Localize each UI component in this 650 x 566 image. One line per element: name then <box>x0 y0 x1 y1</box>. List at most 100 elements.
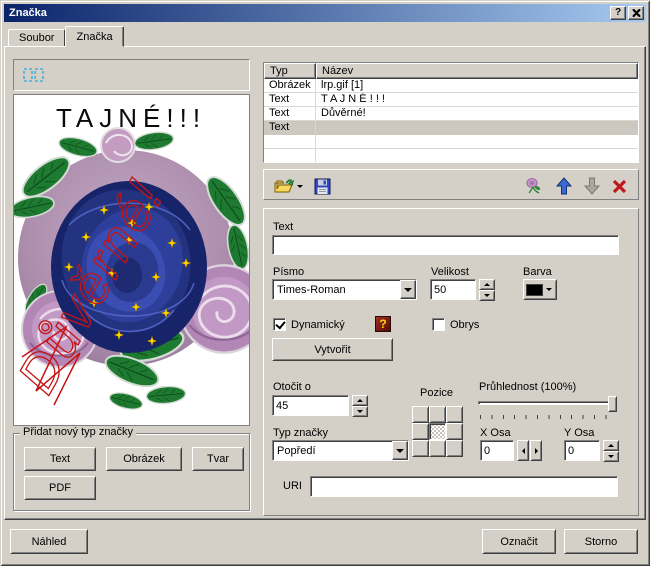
triangle-down-icon <box>608 455 614 461</box>
color-swatch <box>526 283 543 296</box>
position-cell-w[interactable] <box>412 423 429 440</box>
color-picker-button[interactable] <box>523 279 557 300</box>
preview-title-text: TAJNÉ!!! <box>56 103 206 133</box>
position-cell-s[interactable] <box>429 440 446 457</box>
rotate-input[interactable] <box>272 395 349 416</box>
text-input[interactable] <box>272 235 619 255</box>
triangle-left-icon <box>519 447 525 454</box>
size-label: Velikost <box>431 266 469 278</box>
add-image-button[interactable]: Obrázek <box>106 447 182 471</box>
triangle-right-icon <box>534 447 541 454</box>
chevron-down-icon <box>546 288 552 294</box>
chevron-down-icon <box>404 287 412 296</box>
font-select-arrow[interactable] <box>400 280 416 299</box>
table-row[interactable]: Obrázek lrp.gif [1] <box>264 79 638 93</box>
rotate-spinner <box>352 395 368 417</box>
x-axis-input[interactable] <box>480 440 514 461</box>
rotate-up-button[interactable] <box>352 395 368 406</box>
outline-checkbox[interactable] <box>432 318 445 331</box>
move-down-button[interactable] <box>582 176 602 196</box>
dynamic-help-button[interactable]: ? <box>375 316 391 332</box>
mark-type-select-arrow[interactable] <box>392 441 408 460</box>
table-row-empty[interactable] <box>264 135 638 149</box>
outline-label: Obrys <box>450 319 480 331</box>
position-cell-n[interactable] <box>429 406 446 423</box>
y-axis-up-button[interactable] <box>603 440 619 451</box>
triangle-down-icon <box>484 294 490 300</box>
rotate-label: Otočit o <box>273 381 311 393</box>
add-pdf-button[interactable]: PDF <box>24 476 96 500</box>
y-axis-label: Y Osa <box>564 427 595 439</box>
opacity-slider-track[interactable] <box>478 401 616 405</box>
mark-thumbnail-button[interactable] <box>524 176 544 196</box>
table-row-empty[interactable] <box>264 149 638 162</box>
table-row[interactable]: Text T A J N É ! ! ! <box>264 93 638 107</box>
size-input[interactable] <box>430 279 476 300</box>
red-question-icon: ? <box>379 317 387 331</box>
question-icon: ? <box>614 7 622 18</box>
dynamic-label: Dynamický <box>291 319 345 331</box>
table-row-selected[interactable]: Text <box>264 121 638 135</box>
triangle-down-icon <box>357 410 363 416</box>
font-select[interactable]: Times-Roman <box>272 279 417 300</box>
mark-type-label: Typ značky <box>273 427 329 439</box>
uri-input[interactable] <box>310 476 618 497</box>
marks-table: Typ Název Obrázek lrp.gif [1] Text T A J… <box>263 62 639 163</box>
position-cell-nw[interactable] <box>412 406 429 423</box>
add-shape-button[interactable]: Tvar <box>192 447 244 471</box>
help-button[interactable]: ? <box>610 6 626 20</box>
size-up-button[interactable] <box>479 279 495 290</box>
position-cell-ne[interactable] <box>446 406 463 423</box>
y-axis-spinner <box>603 440 619 462</box>
preview-button[interactable]: Náhled <box>10 529 88 554</box>
marks-toolbar <box>263 169 639 200</box>
table-row[interactable]: Text Důvěrné! <box>264 107 638 121</box>
text-label: Text <box>273 221 294 233</box>
opacity-slider-thumb[interactable] <box>608 396 617 412</box>
position-label: Pozice <box>420 387 454 399</box>
y-axis-down-button[interactable] <box>603 451 619 462</box>
dynamic-checkbox[interactable] <box>273 318 286 331</box>
tab-znacka[interactable]: Značka <box>65 26 124 47</box>
position-cell-center[interactable] <box>429 423 446 440</box>
column-header-typ[interactable]: Typ <box>264 63 316 79</box>
triangle-up-icon <box>608 441 614 447</box>
triangle-up-icon <box>484 280 490 286</box>
position-cell-e[interactable] <box>446 423 463 440</box>
save-button[interactable] <box>312 176 332 196</box>
move-up-button[interactable] <box>554 176 574 196</box>
mark-settings-panel: Text Písmo Times-Roman Velikost Barva Dy… <box>263 208 639 516</box>
triangle-up-icon <box>357 396 363 402</box>
opacity-slider-ticks <box>480 415 617 419</box>
tab-strip: Soubor Značka <box>8 25 124 47</box>
tab-soubor[interactable]: Soubor <box>8 29 66 47</box>
dashed-rectangles-icon[interactable] <box>22 66 46 84</box>
mark-preview-image[interactable]: Důvěrné! TAJNÉ!!! <box>6 94 270 426</box>
column-header-nazev[interactable]: Název <box>316 63 638 79</box>
y-axis-input[interactable] <box>564 440 600 461</box>
open-button[interactable] <box>274 176 294 196</box>
select-button[interactable]: Označit <box>482 529 556 554</box>
window-title: Značka <box>9 7 47 19</box>
title-bar[interactable]: Značka ? <box>4 4 646 22</box>
cancel-button[interactable]: Storno <box>564 529 638 554</box>
create-button[interactable]: Vytvořit <box>272 338 393 361</box>
close-button[interactable] <box>628 6 644 20</box>
delete-button[interactable] <box>609 176 629 196</box>
open-dropdown-button[interactable] <box>295 176 305 196</box>
arrow-up-icon <box>556 177 572 195</box>
rotate-down-button[interactable] <box>352 406 368 417</box>
x-axis-increment-button[interactable] <box>530 440 542 461</box>
add-text-button[interactable]: Text <box>24 447 96 471</box>
position-cell-se[interactable] <box>446 440 463 457</box>
size-down-button[interactable] <box>479 290 495 301</box>
uri-label: URI <box>283 480 302 492</box>
chevron-down-icon <box>396 448 404 457</box>
znacka-dialog: Značka ? Soubor Značka Důvěrné! TAJNÉ!!!… <box>0 0 650 566</box>
folder-open-icon <box>274 179 294 193</box>
position-cell-sw[interactable] <box>412 440 429 457</box>
tab-page: Důvěrné! TAJNÉ!!! Přidat nový typ značky… <box>4 46 646 520</box>
x-axis-decrement-button[interactable] <box>517 440 529 461</box>
floppy-save-icon <box>314 178 330 194</box>
mark-type-select[interactable]: Popředí <box>272 440 409 461</box>
